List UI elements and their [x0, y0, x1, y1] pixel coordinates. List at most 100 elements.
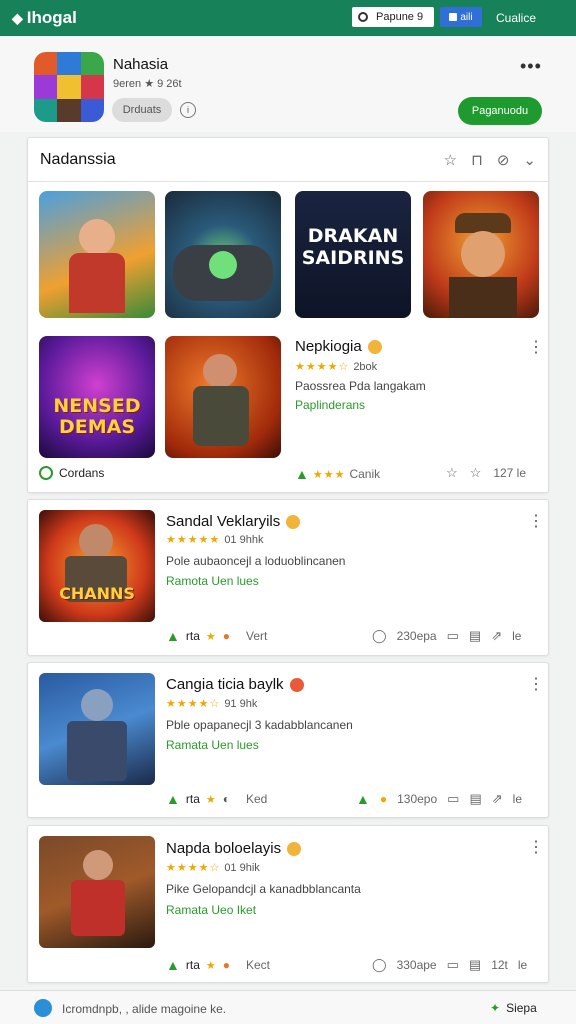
featured-item-desc: Paossrea Pda langakam: [295, 379, 426, 393]
emoji-icon: [367, 340, 382, 355]
item-thumbnail: [39, 836, 155, 948]
game-tile[interactable]: [165, 336, 281, 458]
stars-icon: ★★★: [312, 468, 346, 481]
info-icon[interactable]: i: [180, 102, 196, 118]
item-footer-left: ▲ rta ★ ● Vert: [166, 628, 268, 644]
thumbs-up-icon[interactable]: ▲: [166, 628, 180, 644]
blue-chip-button[interactable]: aili: [440, 7, 482, 27]
chevron-down-icon[interactable]: ⌄: [523, 151, 536, 169]
item-status: Ramata Uen lues: [166, 738, 259, 752]
list-item[interactable]: CHANNS Sandal Veklaryils ★★★★★ 01 9hhk Po…: [27, 499, 549, 656]
item-thumbnail: [39, 673, 155, 785]
game-tile[interactable]: DRAKAN SAIDRINS: [295, 191, 411, 318]
circle-icon: [39, 466, 53, 480]
action-button[interactable]: Paganuodu: [458, 97, 542, 125]
logo-text: Ihogal: [26, 8, 77, 27]
kebab-menu-icon[interactable]: ⋮: [528, 511, 544, 531]
comment-icon[interactable]: ◯: [372, 628, 387, 644]
star-rating-icon: ★★★★☆: [295, 361, 350, 373]
item-rating: ★★★★☆ 01 9hik: [166, 861, 260, 875]
share-icon[interactable]: ⇗: [492, 791, 503, 807]
app-icon: [34, 999, 52, 1017]
featured-footer-left: Cordans: [39, 466, 104, 480]
star-rating-icon: ★★★★★: [166, 534, 221, 546]
profile-header: Nahasia 9eren ★ 9 26t Drduats i ••• Paga…: [0, 36, 576, 132]
comment-icon[interactable]: ◯: [372, 957, 387, 973]
top-link[interactable]: Cualice: [496, 11, 536, 25]
blue-chip-label: aili: [460, 11, 473, 23]
item-rating: ★★★★☆ 91 9hk: [166, 697, 258, 711]
thumbs-up-icon[interactable]: ▲: [166, 791, 180, 807]
item-title: Napda boloelayis: [166, 840, 302, 857]
featured-card: Nadanssia ☆ ⊓ ⊘ ⌄ DRAKAN SAIDRINS NENSED…: [27, 137, 549, 493]
item-footer-left: ▲ rta ★ ◐ Ked: [166, 791, 268, 807]
kebab-menu-icon[interactable]: ⋮: [528, 837, 544, 857]
featured-item-status: Paplinderans: [295, 398, 366, 412]
star-icon: ★: [205, 959, 217, 972]
list-item[interactable]: Napda boloelayis ★★★★☆ 01 9hik Pike Gelop…: [27, 825, 549, 983]
star-rating-icon: ★★★★☆: [166, 698, 221, 710]
featured-item-title: Nepkiogia: [295, 338, 382, 355]
calendar-icon[interactable]: ▤: [469, 791, 481, 807]
more-options-icon[interactable]: •••: [520, 56, 542, 77]
item-desc: Pole aubaoncejl a loduoblincanen: [166, 554, 346, 568]
item-title: Cangia ticia baylk: [166, 676, 304, 693]
item-status: Ramata Ueo Iket: [166, 903, 257, 917]
item-title: Sandal Veklaryils: [166, 513, 301, 530]
game-tile[interactable]: [165, 191, 281, 318]
kebab-menu-icon[interactable]: ⋮: [528, 337, 544, 357]
search-chip[interactable]: Papune 9: [352, 7, 434, 27]
game-tile[interactable]: [39, 191, 155, 318]
thumbs-up-icon[interactable]: ▲: [295, 466, 309, 482]
flag-icon[interactable]: ▭: [447, 791, 459, 807]
profile-name: Nahasia: [113, 56, 169, 73]
tile-title: NENSED DEMAS: [53, 395, 141, 438]
list-item[interactable]: Cangia ticia baylk ★★★★☆ 91 9hk Pble opap…: [27, 662, 549, 818]
star-icon: ★: [205, 793, 217, 806]
game-tile[interactable]: NENSED DEMAS: [39, 336, 155, 458]
flag-icon[interactable]: ▭: [447, 628, 459, 644]
avatar: [34, 52, 104, 122]
bottom-bar: Icromdnpb, , alide magoine ke. ✦ Siepa: [0, 990, 576, 1024]
app-logo[interactable]: ◆ Ihogal: [12, 8, 77, 28]
item-thumbnail: CHANNS: [39, 510, 155, 622]
profile-pill[interactable]: Drduats: [112, 98, 172, 122]
emoji-icon: [286, 515, 301, 530]
star-icon: ★: [205, 630, 217, 643]
star-outline-icon[interactable]: ☆: [446, 465, 458, 481]
thumbnail-title: CHANNS: [59, 584, 135, 603]
reaction-icon: ◐: [222, 792, 230, 806]
star-icon[interactable]: ☆: [444, 151, 457, 169]
featured-footer-right: ☆ ☆ 127 le: [446, 465, 527, 481]
bottom-text: Icromdnpb, , alide magoine ke.: [62, 1002, 227, 1016]
item-status: Ramota Uen lues: [166, 574, 259, 588]
emoji-icon: [289, 678, 304, 693]
square-icon: [449, 13, 458, 21]
reaction-icon: ●: [379, 792, 388, 806]
calendar-icon[interactable]: ▤: [469, 628, 481, 644]
thumbs-up-icon[interactable]: ▲: [166, 957, 180, 973]
item-footer-left: ▲ rta ★ ● Kect: [166, 957, 271, 973]
featured-item-rating: ★★★★☆ 2bok: [295, 360, 378, 374]
featured-footer-mid: ▲ ★★★ Canik: [295, 466, 381, 482]
share-icon[interactable]: ⊘: [497, 151, 510, 169]
bookmark-icon[interactable]: ⊓: [471, 151, 483, 169]
thumbs-up-icon[interactable]: ▲: [356, 791, 370, 807]
calendar-icon[interactable]: ▤: [469, 957, 481, 973]
search-label: Papune 9: [376, 11, 424, 23]
reaction-icon: ●: [222, 629, 230, 643]
item-desc: Pble opapanecjl 3 kadabblancanen: [166, 718, 353, 732]
item-footer-right: ▲ ● 130epo ▭ ▤ ⇗ le: [356, 791, 522, 807]
star-outline-icon[interactable]: ☆: [470, 465, 482, 481]
flag-icon[interactable]: ▭: [447, 957, 459, 973]
reaction-icon: ●: [222, 958, 230, 972]
game-tile[interactable]: [423, 191, 539, 318]
share-icon[interactable]: ⇗: [491, 628, 502, 644]
header-actions: ☆ ⊓ ⊘ ⌄: [444, 151, 536, 169]
text-icon: rta: [185, 792, 200, 806]
kebab-menu-icon[interactable]: ⋮: [528, 674, 544, 694]
bottom-action[interactable]: ✦ Siepa: [490, 1001, 537, 1015]
item-desc: Pike Gelopandcjl a kanadbblancanta: [166, 882, 361, 896]
tile-title: DRAKAN SAIDRINS: [301, 225, 405, 269]
featured-title: Nadanssia: [40, 150, 116, 168]
